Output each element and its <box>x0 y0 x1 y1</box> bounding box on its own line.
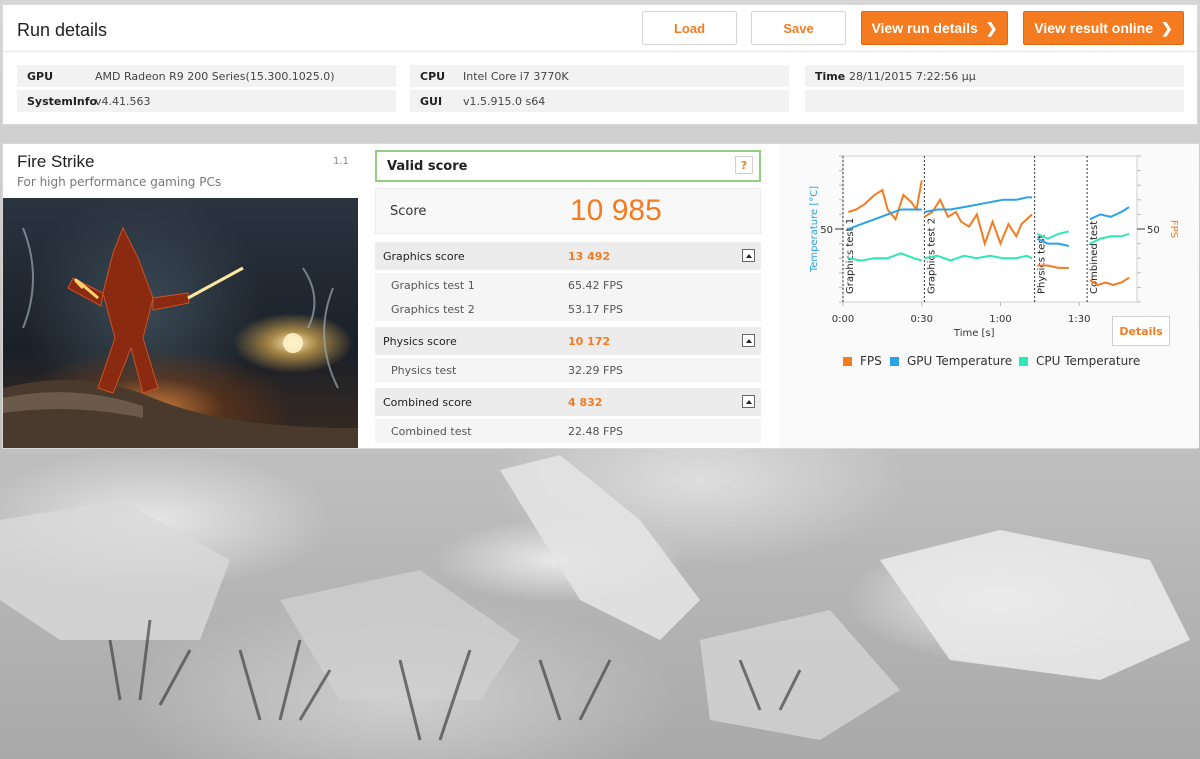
section-label: Graphics test 1 <box>845 218 856 294</box>
view-run-details-button[interactable]: View run details ❯ <box>861 11 1008 45</box>
valid-score-label: Valid score <box>387 158 468 174</box>
graphics-score-value: 13 492 <box>568 250 611 263</box>
y-tick-label-left: 50 <box>820 225 833 236</box>
view-run-details-label: View run details <box>871 20 978 36</box>
benchmark-subtitle: For high performance gaming PCs <box>17 175 222 189</box>
help-button[interactable]: ? <box>735 156 753 174</box>
cpu-value: Intel Core i7 3770K <box>463 69 569 83</box>
score-label: Score <box>390 204 427 219</box>
score-value: 10 985 <box>570 194 662 227</box>
gui-value: v1.5.915.0 s64 <box>463 94 546 108</box>
graphics-test2-value: 53.17 FPS <box>568 303 623 316</box>
physics-test-value: 32.29 FPS <box>568 364 623 377</box>
legend-swatch-gpu <box>890 356 899 366</box>
run-details-panel: Run details Load Save View run details ❯… <box>2 4 1198 125</box>
benchmark-artwork <box>3 198 358 448</box>
time-info: Time 28/11/2015 7:22:56 μμ <box>805 65 1184 87</box>
gpu-value: AMD Radeon R9 200 Series(15.300.1025.0) <box>95 69 335 83</box>
x-tick-label: 1:00 <box>989 314 1011 325</box>
graphics-score-row: Graphics score 13 492 <box>375 242 761 270</box>
benchmark-title: Fire Strike <box>17 152 95 171</box>
collapse-icon[interactable] <box>742 334 755 347</box>
view-result-online-button[interactable]: View result online ❯ <box>1023 11 1184 45</box>
physics-test-label: Physics test <box>391 364 457 377</box>
empty-info-cell <box>805 90 1184 112</box>
legend-gpu-temperature: GPU Temperature <box>890 354 1012 368</box>
collapse-icon[interactable] <box>742 395 755 408</box>
legend-fps: FPS <box>843 354 882 368</box>
fire-strike-panel: Fire Strike For high performance gaming … <box>2 143 1199 449</box>
y-tick-label-right: 50 <box>1147 225 1160 236</box>
time-key: Time <box>815 69 846 83</box>
legend-cpu-temperature: CPU Temperature <box>1019 354 1140 368</box>
gpu-key: GPU <box>27 69 54 83</box>
x-tick-label: 0:30 <box>911 314 933 325</box>
collapse-icon[interactable] <box>742 249 755 262</box>
save-button[interactable]: Save <box>751 11 846 45</box>
combined-score-label: Combined score <box>383 396 472 409</box>
systeminfo-value: v4.41.563 <box>95 94 151 108</box>
combined-score-row: Combined score 4 832 <box>375 388 761 416</box>
graphics-test1-row: Graphics test 1 65.42 FPS <box>375 273 761 297</box>
load-button-label: Load <box>673 20 706 36</box>
legend-swatch-fps <box>843 356 852 366</box>
graphics-test2-row: Graphics test 2 53.17 FPS <box>375 297 761 321</box>
combined-score-value: 4 832 <box>568 396 603 409</box>
graphics-test2-label: Graphics test 2 <box>391 303 475 316</box>
chart-svg: Graphics test 1 Graphics test 2 Physics te… <box>809 155 1179 339</box>
x-tick-label: 1:30 <box>1068 314 1090 325</box>
chevron-right-icon: ❯ <box>985 19 998 36</box>
details-button-label: Details <box>1119 324 1163 338</box>
chevron-right-icon: ❯ <box>1161 19 1173 36</box>
page-title: Run details <box>17 20 108 40</box>
y-axis-label-right: FPS <box>1168 220 1179 238</box>
combined-test-row: Combined test 22.48 FPS <box>375 419 761 443</box>
gpu-info: GPU AMD Radeon R9 200 Series(15.300.1025… <box>17 65 396 87</box>
legend-label-cpu: CPU Temperature <box>1036 354 1141 368</box>
view-result-online-label: View result online <box>1034 20 1154 36</box>
graphics-test1-value: 65.42 FPS <box>568 279 623 292</box>
physics-test-row: Physics test 32.29 FPS <box>375 358 761 382</box>
systeminfo-key: SystemInfo <box>27 94 98 108</box>
cpu-key: CPU <box>420 69 446 83</box>
help-icon: ? <box>740 158 748 172</box>
divider <box>3 51 1197 52</box>
y-axis-label-left: Temperature [°C] <box>809 186 820 273</box>
legend-label-gpu: GPU Temperature <box>907 354 1013 368</box>
cpu-info: CPU Intel Core i7 3770K <box>410 65 789 87</box>
save-button-label: Save <box>783 20 814 36</box>
gui-info: GUI v1.5.915.0 s64 <box>410 90 789 112</box>
monitoring-chart: Graphics test 1 Graphics test 2 Physics te… <box>779 144 1199 448</box>
combined-test-value: 22.48 FPS <box>568 425 623 438</box>
valid-score-box: Valid score ? <box>375 150 761 182</box>
physics-score-label: Physics score <box>383 335 457 348</box>
time-value: 28/11/2015 7:22:56 μμ <box>849 69 976 83</box>
x-axis-label: Time [s] <box>953 328 995 339</box>
systeminfo-info: SystemInfo v4.41.563 <box>17 90 396 112</box>
physics-score-value: 10 172 <box>568 335 611 348</box>
graphics-score-label: Graphics score <box>383 250 465 263</box>
load-button[interactable]: Load <box>642 11 737 45</box>
legend-swatch-cpu <box>1019 356 1028 366</box>
combined-test-label: Combined test <box>391 425 472 438</box>
score-box: Score 10 985 <box>375 188 761 234</box>
physics-score-row: Physics score 10 172 <box>375 327 761 355</box>
x-tick-label: 0:00 <box>832 314 854 325</box>
benchmark-version: 1.1 <box>333 156 349 167</box>
legend-label-fps: FPS <box>860 354 882 368</box>
graphics-test1-label: Graphics test 1 <box>391 279 475 292</box>
details-button[interactable]: Details <box>1112 316 1170 346</box>
gui-key: GUI <box>420 94 443 108</box>
